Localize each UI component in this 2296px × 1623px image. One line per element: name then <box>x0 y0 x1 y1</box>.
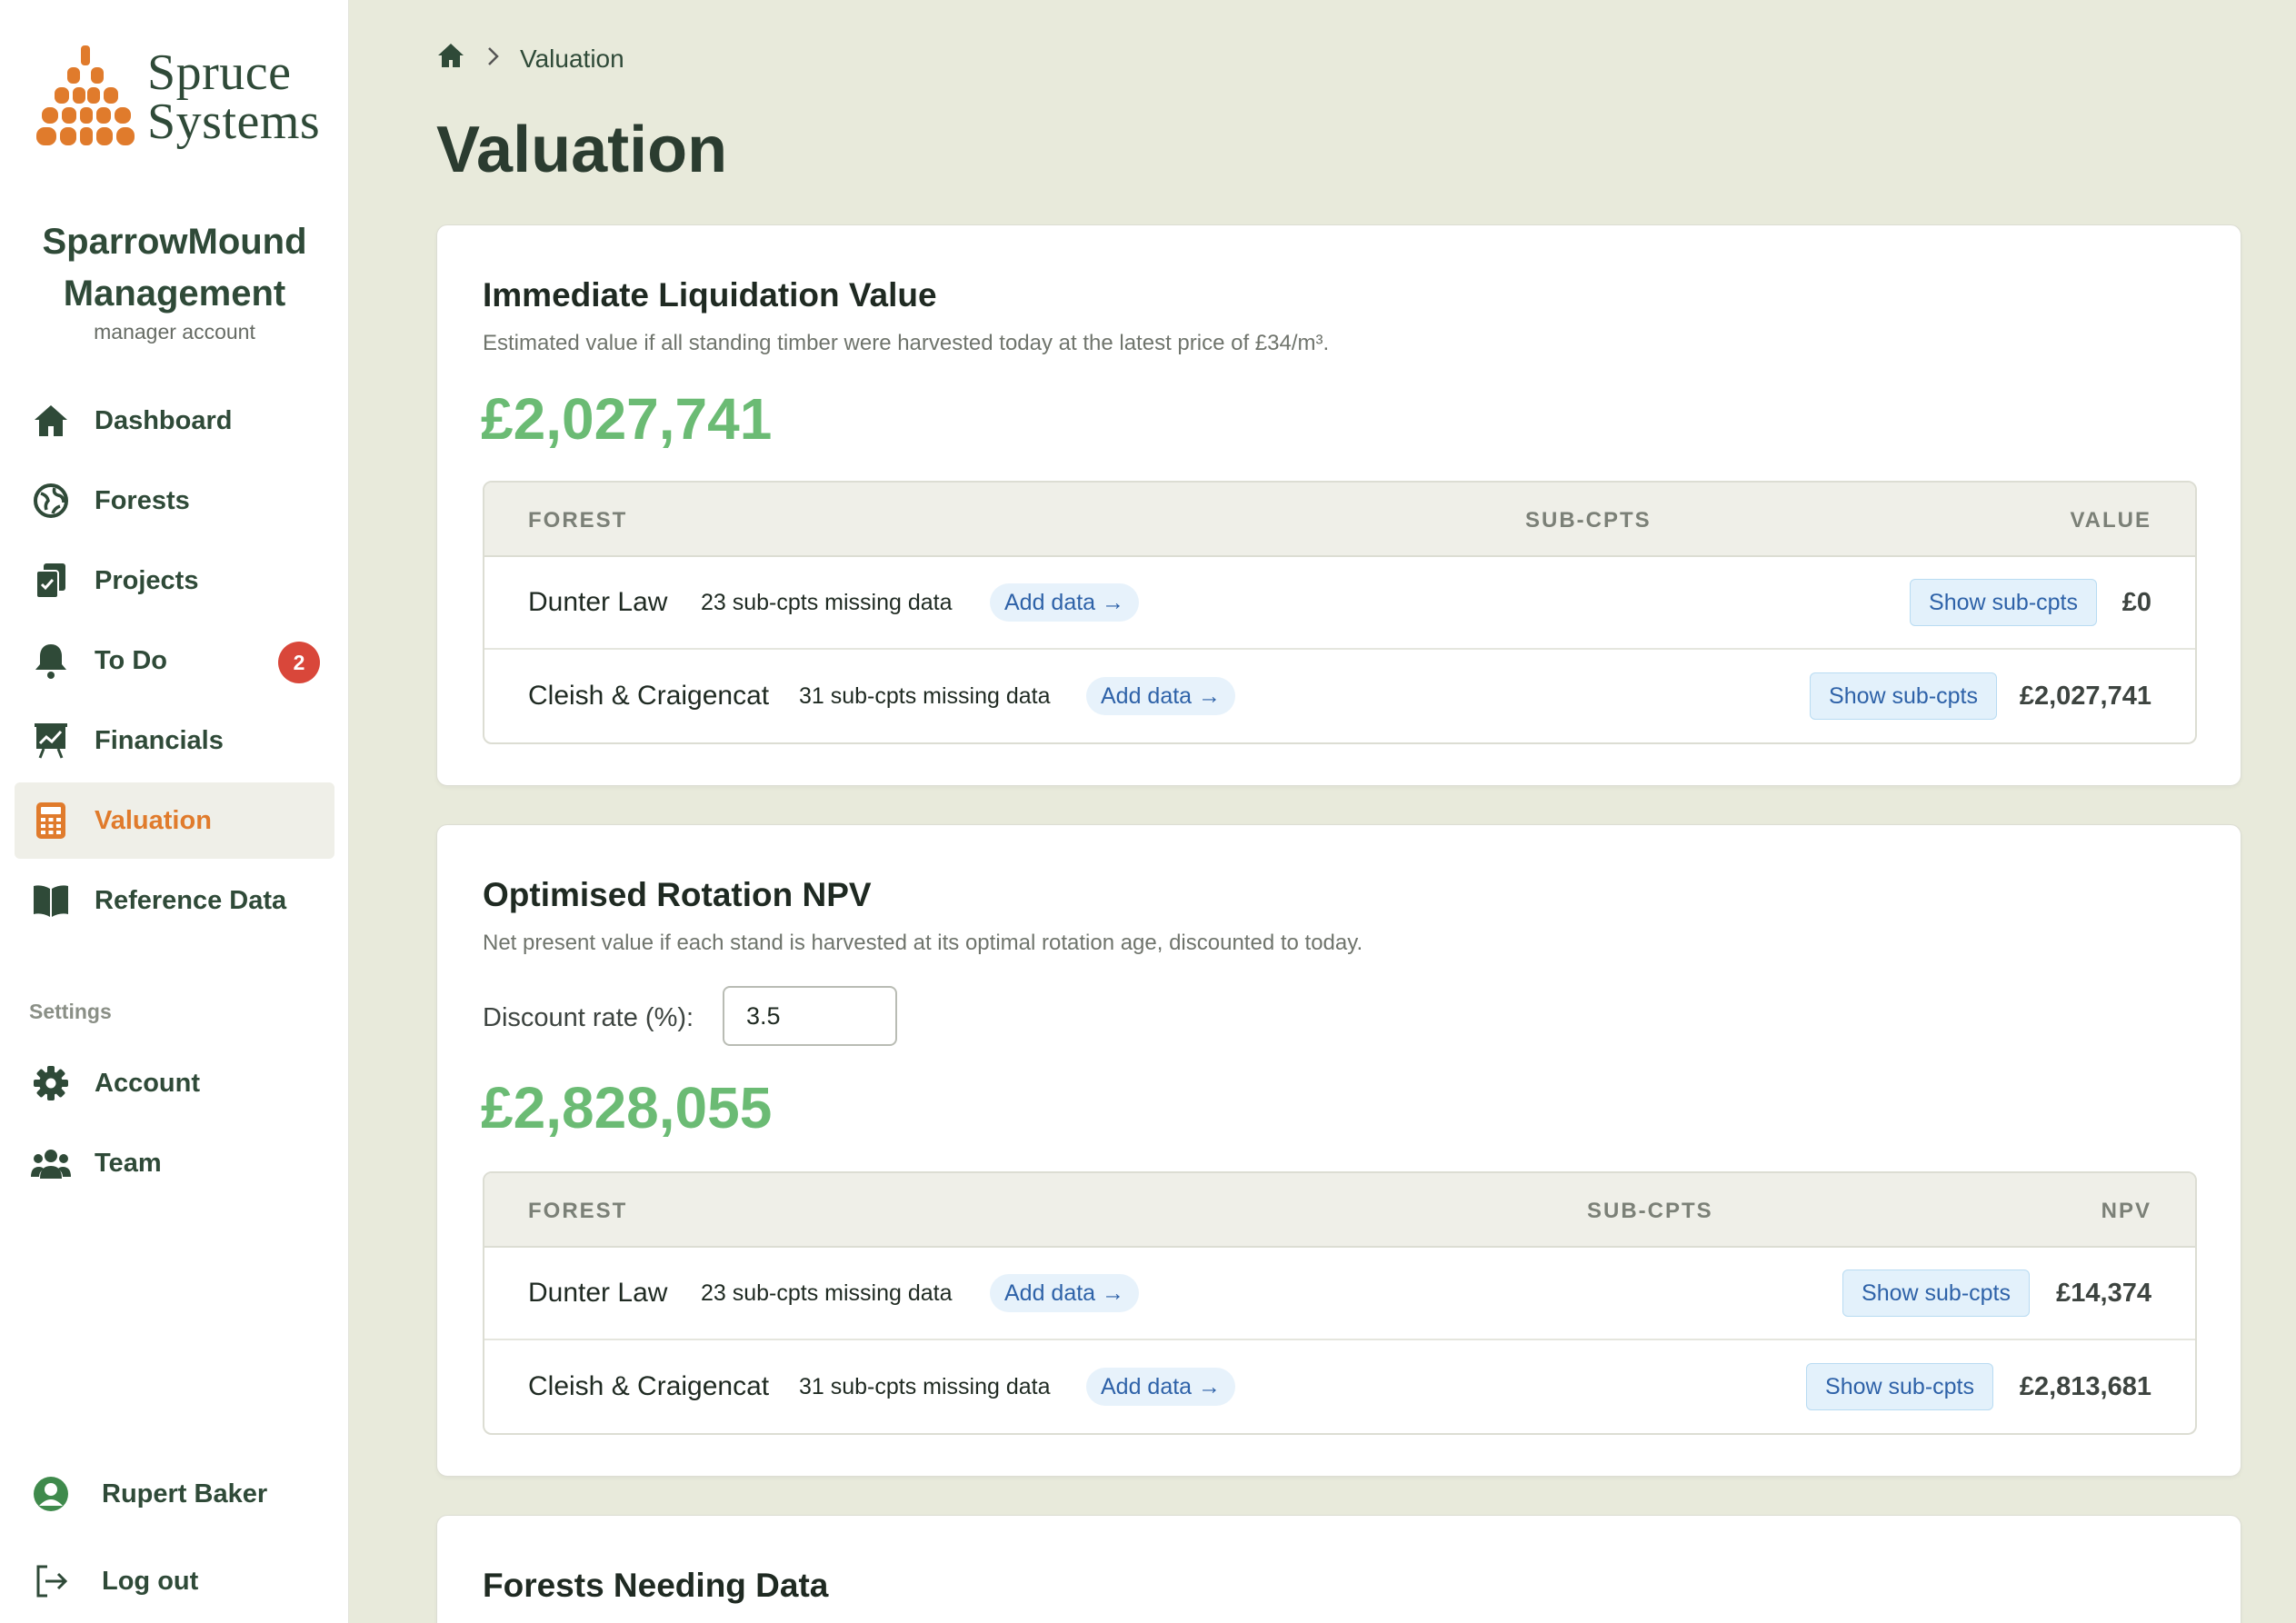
chevron-right-icon <box>485 45 500 74</box>
nav-item-forests[interactable]: Forests <box>15 463 334 539</box>
nav-item-dashboard[interactable]: Dashboard <box>15 383 334 459</box>
nav-label-account: Account <box>95 1068 200 1098</box>
team-icon <box>31 1143 71 1183</box>
user-profile[interactable]: Rupert Baker <box>15 1456 334 1532</box>
organisation-name: SparrowMound Management <box>0 216 349 320</box>
missing-data-text: 31 sub-cpts missing data <box>799 682 1051 709</box>
liquidation-value-card: Immediate Liquidation Value Estimated va… <box>436 224 2241 786</box>
forest-npv: £2,813,681 <box>2019 1371 2151 1401</box>
nav-label-team: Team <box>95 1148 162 1178</box>
breadcrumb: Valuation <box>436 42 624 75</box>
forest-value: £2,027,741 <box>2019 681 2151 711</box>
breadcrumb-current: Valuation <box>520 44 624 73</box>
settings-section-label: Settings <box>29 1000 112 1023</box>
globe-icon <box>31 481 71 521</box>
clipboard-check-icon <box>31 561 71 601</box>
forest-name[interactable]: Cleish & Craigencat <box>528 1371 769 1402</box>
organisation-name-line-2: Management <box>63 274 286 314</box>
nav-label-dashboard: Dashboard <box>95 405 233 435</box>
npv-total-value: £2,828,055 <box>481 1075 773 1140</box>
nav-label-todo: To Do <box>95 645 167 675</box>
account-role: manager account <box>94 320 255 344</box>
breadcrumb-home-icon[interactable] <box>436 42 465 75</box>
npv-card-title: Optimised Rotation NPV <box>483 876 872 913</box>
nav-item-todo[interactable]: To Do 2 <box>15 622 334 699</box>
discount-rate-input[interactable] <box>723 986 897 1046</box>
logo-line-2: Systems <box>147 94 321 150</box>
liquidation-table-header: FOREST SUB-CPTS VALUE <box>484 483 2195 557</box>
nav-item-account[interactable]: Account <box>15 1045 334 1121</box>
add-data-link[interactable]: Add data → <box>1086 1368 1236 1406</box>
show-sub-cpts-button[interactable]: Show sub-cpts <box>1842 1270 2030 1317</box>
table-row: Dunter Law 23 sub-cpts missing data Add … <box>484 1248 2195 1340</box>
forest-name[interactable]: Dunter Law <box>528 587 667 618</box>
sidebar: Spruce Systems SparrowMound Management m… <box>0 0 349 1623</box>
todo-count-badge: 2 <box>278 642 320 683</box>
spruce-logo-icon <box>36 45 135 145</box>
forest-value: £0 <box>2121 587 2151 617</box>
liquidation-total-value: £2,027,741 <box>481 386 773 452</box>
npv-table: FOREST SUB-CPTS NPV Dunter Law 23 sub-cp… <box>483 1171 2197 1435</box>
organisation-name-line-1: SparrowMound <box>42 222 307 262</box>
column-header-sub-cpts: SUB-CPTS <box>1587 1199 1713 1223</box>
book-icon <box>31 881 71 921</box>
add-data-link[interactable]: Add data → <box>990 1274 1140 1312</box>
gear-icon <box>31 1063 71 1103</box>
nav-label-projects: Projects <box>95 565 199 595</box>
column-header-npv: NPV <box>2101 1199 2151 1223</box>
column-header-sub-cpts: SUB-CPTS <box>1525 508 1652 533</box>
logout-icon <box>31 1561 71 1601</box>
nav-item-financials[interactable]: Financials <box>15 702 334 779</box>
nav-item-reference-data[interactable]: Reference Data <box>15 862 334 939</box>
bell-icon <box>31 641 71 681</box>
table-row: Dunter Law 23 sub-cpts missing data Add … <box>484 557 2195 650</box>
show-sub-cpts-button[interactable]: Show sub-cpts <box>1806 1363 1993 1410</box>
nav-label-reference-data: Reference Data <box>95 885 287 915</box>
calculator-icon <box>31 801 71 841</box>
user-name: Rupert Baker <box>102 1479 268 1508</box>
column-header-forest: FOREST <box>528 1199 628 1223</box>
column-header-value: VALUE <box>2070 508 2151 533</box>
logout-label: Log out <box>102 1566 199 1596</box>
missing-data-text: 23 sub-cpts missing data <box>701 1279 953 1306</box>
column-header-forest: FOREST <box>528 508 628 533</box>
logo-wordmark: Spruce Systems <box>147 45 321 150</box>
forests-needing-data-card: Forests Needing Data <box>436 1515 2241 1623</box>
add-data-link[interactable]: Add data → <box>990 583 1140 622</box>
liquidation-card-title: Immediate Liquidation Value <box>483 276 937 314</box>
nav-item-valuation[interactable]: Valuation <box>15 782 334 859</box>
nav-label-financials: Financials <box>95 725 224 755</box>
discount-rate-label: Discount rate (%): <box>483 1003 694 1032</box>
logout-button[interactable]: Log out <box>15 1543 334 1619</box>
show-sub-cpts-button[interactable]: Show sub-cpts <box>1910 579 2097 626</box>
logo-line-1: Spruce <box>147 45 292 101</box>
forest-npv: £14,374 <box>2056 1278 2151 1308</box>
page-title: Valuation <box>436 114 728 186</box>
user-avatar-icon <box>31 1474 71 1514</box>
npv-table-header: FOREST SUB-CPTS NPV <box>484 1173 2195 1248</box>
liquidation-table: FOREST SUB-CPTS VALUE Dunter Law 23 sub-… <box>483 481 2197 744</box>
show-sub-cpts-button[interactable]: Show sub-cpts <box>1810 672 1997 720</box>
nav-item-projects[interactable]: Projects <box>15 543 334 619</box>
forest-name[interactable]: Cleish & Craigencat <box>528 681 769 712</box>
nav-item-team[interactable]: Team <box>15 1125 334 1201</box>
add-data-link[interactable]: Add data → <box>1086 677 1236 715</box>
missing-data-text: 31 sub-cpts missing data <box>799 1373 1051 1399</box>
rotation-npv-card: Optimised Rotation NPV Net present value… <box>436 824 2241 1477</box>
liquidation-card-description: Estimated value if all standing timber w… <box>483 331 1330 355</box>
home-icon <box>31 401 71 441</box>
table-row: Cleish & Craigencat 31 sub-cpts missing … <box>484 650 2195 742</box>
forest-name[interactable]: Dunter Law <box>528 1278 667 1309</box>
chart-board-icon <box>31 721 71 761</box>
spruce-systems-logo[interactable]: Spruce Systems <box>35 44 320 151</box>
missing-data-text: 23 sub-cpts missing data <box>701 589 953 615</box>
nav-label-forests: Forests <box>95 485 190 515</box>
forests-needing-data-title: Forests Needing Data <box>483 1567 829 1604</box>
npv-card-description: Net present value if each stand is harve… <box>483 931 1363 955</box>
nav-label-valuation: Valuation <box>95 805 212 835</box>
table-row: Cleish & Craigencat 31 sub-cpts missing … <box>484 1340 2195 1433</box>
